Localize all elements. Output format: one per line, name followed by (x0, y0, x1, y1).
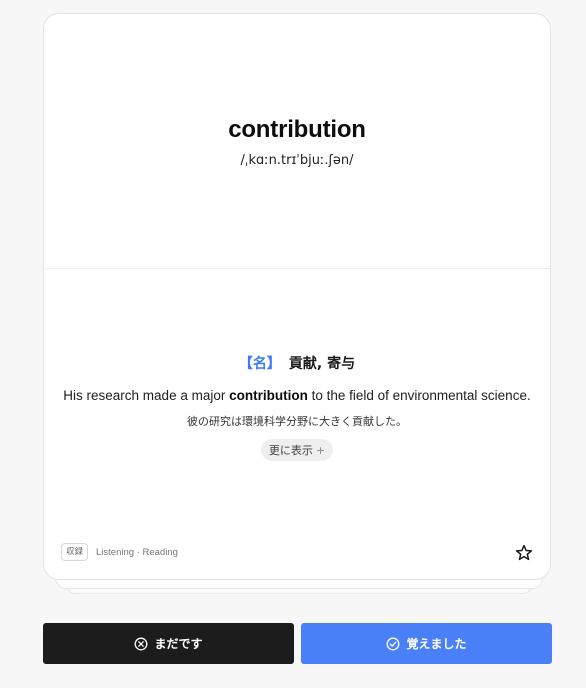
flashcard[interactable]: contribution /ˌkɑːn.trɪˈbjuː.ʃən/ 【名】 貢献,… (43, 13, 551, 580)
example-highlight: contribution (229, 388, 308, 403)
part-of-speech: 【名】 (238, 356, 281, 372)
show-more-button[interactable]: 更に表示 + (260, 439, 334, 461)
check-circle-icon (387, 637, 400, 650)
x-circle-icon (135, 637, 148, 650)
example-before: His research made a major (63, 388, 230, 403)
source-badge: 収録 (61, 543, 89, 561)
meaning-text: 貢献, 寄与 (288, 356, 356, 372)
word-title: contribution (228, 116, 366, 143)
card-footer: 収録 Listening · Reading (61, 543, 178, 561)
meaning-row: 【名】 貢献, 寄与 (44, 353, 550, 373)
skill-tags: Listening · Reading (96, 546, 178, 558)
example-sentence: His research made a major contribution t… (44, 388, 550, 403)
not-yet-label: まだです (154, 637, 203, 651)
favorite-star-icon[interactable] (514, 543, 534, 563)
not-yet-button[interactable]: まだです (43, 623, 294, 664)
show-more-wrap: 更に表示 + (44, 439, 550, 461)
pronunciation: /ˌkɑːn.trɪˈbjuː.ʃən/ (240, 153, 354, 168)
plus-icon: + (315, 444, 326, 457)
example-translation: 彼の研究は環境科学分野に大きく貢献した。 (187, 415, 407, 428)
show-more-label: 更に表示 (268, 444, 313, 457)
learned-button[interactable]: 覚えました (301, 623, 552, 664)
example-after: to the field of environmental science. (307, 388, 531, 403)
star-icon (515, 544, 533, 561)
learned-label: 覚えました (406, 637, 467, 651)
card-front: contribution /ˌkɑːn.trɪˈbjuː.ʃən/ (44, 14, 550, 269)
